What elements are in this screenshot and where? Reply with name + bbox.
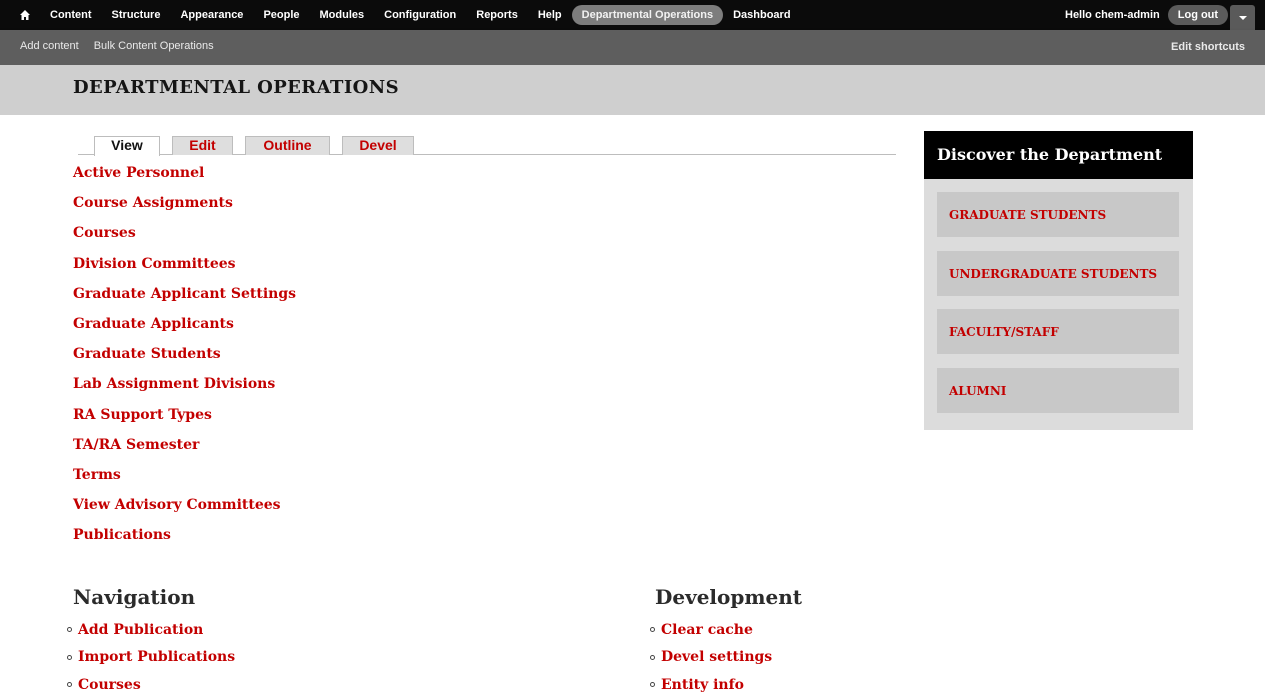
link-import-publications[interactable]: Import Publications: [78, 646, 235, 668]
link-nav-courses[interactable]: Courses: [78, 674, 141, 696]
toolbar-item-reports[interactable]: Reports: [466, 5, 528, 25]
link-publications[interactable]: Publications: [73, 527, 171, 543]
link-division-committees[interactable]: Division Committees: [73, 256, 236, 272]
link-ta-ra-semester[interactable]: TA/RA Semester: [73, 437, 199, 453]
list-item: Division Committees: [73, 252, 296, 282]
link-graduate-applicant-settings[interactable]: Graduate Applicant Settings: [73, 286, 296, 302]
home-icon[interactable]: [13, 5, 37, 25]
operations-link-list: Active Personnel Course Assignments Cour…: [73, 161, 296, 553]
tab-edit[interactable]: Edit: [172, 136, 233, 155]
bullet-icon: [650, 682, 655, 688]
sidebar-item-alumni[interactable]: ALUMNI: [937, 368, 1179, 413]
toolbar-item-modules[interactable]: Modules: [310, 5, 375, 25]
link-clear-cache[interactable]: Clear cache: [661, 619, 753, 641]
user-greeting: Hello chem-admin: [1065, 9, 1160, 21]
bullet-icon: [650, 627, 655, 633]
list-item: Entity info: [650, 671, 772, 699]
shortcut-bulk-content-operations[interactable]: Bulk Content Operations: [94, 40, 214, 52]
tab-view[interactable]: View: [94, 136, 160, 156]
list-item: Terms: [73, 463, 296, 493]
toolbar-item-content[interactable]: Content: [40, 5, 102, 25]
local-tabs: View Edit Outline Devel: [78, 135, 896, 156]
list-item: Graduate Applicant Settings: [73, 282, 296, 312]
link-graduate-students[interactable]: Graduate Students: [73, 346, 221, 362]
list-item: Lab Assignment Divisions: [73, 372, 296, 402]
discover-sidebar: Discover the Department GRADUATE STUDENT…: [924, 131, 1193, 430]
list-item: Publications: [73, 523, 296, 553]
edit-shortcuts-link[interactable]: Edit shortcuts: [1171, 41, 1245, 53]
link-courses[interactable]: Courses: [73, 225, 136, 241]
shortcut-add-content[interactable]: Add content: [20, 40, 79, 52]
tab-outline[interactable]: Outline: [245, 136, 330, 155]
link-view-advisory-committees[interactable]: View Advisory Committees: [73, 497, 281, 513]
link-add-publication[interactable]: Add Publication: [78, 619, 203, 641]
chevron-down-icon: [1238, 15, 1247, 20]
bullet-icon: [67, 682, 72, 688]
toolbar-item-departmental-operations[interactable]: Departmental Operations: [571, 5, 724, 25]
list-item: Graduate Students: [73, 342, 296, 372]
toolbar-item-dashboard[interactable]: Dashboard: [723, 5, 800, 25]
page-header: DEPARTMENTAL OPERATIONS: [0, 65, 1265, 115]
list-item: Course Assignments: [73, 191, 296, 221]
list-item: Devel settings: [650, 644, 772, 672]
link-active-personnel[interactable]: Active Personnel: [73, 165, 204, 181]
list-item: View Advisory Committees: [73, 493, 296, 523]
toolbar-item-people[interactable]: People: [253, 5, 309, 25]
shortcut-links: Add content Bulk Content Operations: [20, 40, 229, 52]
toolbar-item-configuration[interactable]: Configuration: [374, 5, 466, 25]
bullet-icon: [67, 654, 72, 660]
admin-menu: Content Structure Appearance People Modu…: [13, 5, 801, 25]
link-lab-assignment-divisions[interactable]: Lab Assignment Divisions: [73, 376, 275, 392]
sidebar-title: Discover the Department: [924, 131, 1193, 179]
list-item: Courses: [67, 671, 235, 699]
toolbar-item-appearance[interactable]: Appearance: [170, 5, 253, 25]
navigation-list: Add Publication Import Publications Cour…: [67, 616, 235, 699]
list-item: Clear cache: [650, 616, 772, 644]
toolbar-item-structure[interactable]: Structure: [102, 5, 171, 25]
sidebar-item-graduate-students[interactable]: GRADUATE STUDENTS: [937, 192, 1179, 237]
link-devel-settings[interactable]: Devel settings: [661, 646, 772, 668]
shortcut-bar: Add content Bulk Content Operations Edit…: [0, 30, 1265, 65]
link-graduate-applicants[interactable]: Graduate Applicants: [73, 316, 234, 332]
list-item: Graduate Applicants: [73, 312, 296, 342]
list-item: Add Publication: [67, 616, 235, 644]
bullet-icon: [67, 627, 72, 633]
navigation-title: Navigation: [73, 585, 196, 609]
list-item: Import Publications: [67, 644, 235, 672]
list-item: RA Support Types: [73, 403, 296, 433]
development-list: Clear cache Devel settings Entity info: [650, 616, 772, 699]
bullet-icon: [650, 654, 655, 660]
list-item: Courses: [73, 221, 296, 251]
list-item: Active Personnel: [73, 161, 296, 191]
user-area: Hello chem-admin Log out: [1065, 5, 1229, 25]
shortcut-drawer-toggle[interactable]: [1230, 5, 1255, 30]
development-title: Development: [655, 585, 803, 609]
page-title: DEPARTMENTAL OPERATIONS: [73, 77, 399, 98]
link-ra-support-types[interactable]: RA Support Types: [73, 407, 212, 423]
sidebar-item-undergraduate-students[interactable]: UNDERGRADUATE STUDENTS: [937, 251, 1179, 296]
admin-toolbar: Content Structure Appearance People Modu…: [0, 0, 1265, 30]
list-item: TA/RA Semester: [73, 433, 296, 463]
link-entity-info[interactable]: Entity info: [661, 674, 744, 696]
tab-devel[interactable]: Devel: [342, 136, 414, 155]
sidebar-item-faculty-staff[interactable]: FACULTY/STAFF: [937, 309, 1179, 354]
link-course-assignments[interactable]: Course Assignments: [73, 195, 233, 211]
link-terms[interactable]: Terms: [73, 467, 121, 483]
toolbar-item-help[interactable]: Help: [528, 5, 572, 25]
logout-button[interactable]: Log out: [1167, 5, 1229, 25]
